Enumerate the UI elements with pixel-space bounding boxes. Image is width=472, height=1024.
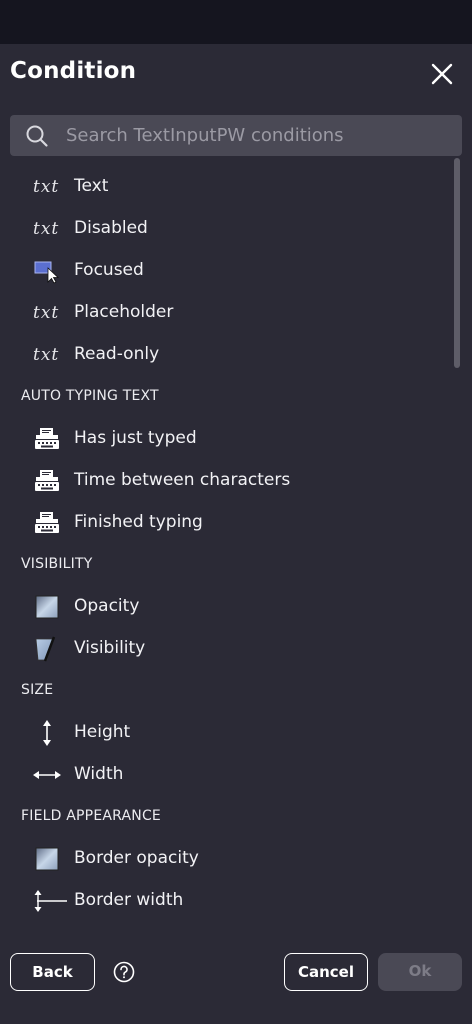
condition-list: txt Text txt Disabled Focused txt Placeholder t…	[0, 166, 452, 956]
typewriter-icon	[33, 468, 61, 494]
typewriter-icon	[33, 510, 61, 536]
condition-item-border-width[interactable]: Border width	[0, 880, 440, 922]
condition-item-label: Focused	[74, 260, 144, 280]
condition-item-time-between-characters[interactable]: Time between characters	[0, 460, 440, 502]
close-button[interactable]	[428, 60, 456, 88]
condition-item-placeholder[interactable]: txt Placeholder	[0, 292, 440, 334]
search-input[interactable]	[66, 115, 456, 156]
horizontal-arrow-icon	[33, 762, 61, 788]
condition-dialog: Condition txtTexttxtDisabledFocusedtxtPl…	[0, 44, 472, 1024]
ok-button[interactable]: Ok	[378, 953, 462, 991]
dialog-title: Condition	[10, 58, 137, 84]
condition-item-label: Width	[74, 764, 124, 784]
condition-item-visibility[interactable]: Visibility	[0, 628, 440, 670]
section-heading: SIZE	[21, 682, 54, 698]
border-width-icon	[33, 888, 67, 914]
section-heading: FIELD APPEARANCE	[21, 808, 161, 824]
condition-item-label: Finished typing	[74, 512, 203, 532]
txt-icon: txt	[33, 219, 60, 239]
typewriter-icon	[33, 426, 61, 452]
section-heading: AUTO TYPING TEXT	[21, 388, 159, 404]
condition-item-disabled[interactable]: txt Disabled	[0, 208, 440, 250]
condition-item-text[interactable]: txt Text	[0, 166, 440, 208]
back-button[interactable]: Back	[10, 953, 95, 991]
condition-item-label: Read-only	[74, 344, 160, 364]
txt-icon: txt	[33, 303, 60, 323]
txt-icon: txt	[33, 345, 60, 365]
condition-item-label: Has just typed	[74, 428, 197, 448]
help-button[interactable]	[113, 961, 135, 983]
vertical-arrow-icon	[33, 720, 61, 746]
condition-item-label: Time between characters	[74, 470, 291, 490]
cancel-button[interactable]: Cancel	[284, 953, 368, 991]
opacity-square-icon	[33, 594, 61, 620]
question-circle-icon	[113, 961, 135, 983]
condition-item-label: Text	[74, 176, 109, 196]
condition-item-label: Visibility	[74, 638, 146, 658]
opacity-square-icon	[33, 846, 61, 872]
condition-item-label: Opacity	[74, 596, 140, 616]
condition-item-opacity[interactable]: Opacity	[0, 586, 440, 628]
section-heading: VISIBILITY	[21, 556, 93, 572]
condition-item-label: Height	[74, 722, 131, 742]
condition-item-height[interactable]: Height	[0, 712, 440, 754]
condition-item-border-opacity[interactable]: Border opacity	[0, 838, 440, 880]
condition-item-has-just-typed[interactable]: Has just typed	[0, 418, 440, 460]
visibility-icon	[33, 636, 61, 662]
condition-item-label: Placeholder	[74, 302, 174, 322]
condition-item-label: Border width	[74, 890, 184, 910]
close-icon	[431, 63, 453, 85]
focus-cursor-icon	[33, 258, 61, 284]
condition-item-label: Disabled	[74, 218, 148, 238]
condition-item-focused[interactable]: Focused	[0, 250, 440, 292]
condition-item-read-only[interactable]: txt Read-only	[0, 334, 440, 376]
search-box[interactable]	[10, 115, 462, 156]
search-icon	[26, 125, 48, 147]
top-strip	[0, 0, 472, 44]
condition-item-finished-typing[interactable]: Finished typing	[0, 502, 440, 544]
condition-item-width[interactable]: Width	[0, 754, 440, 796]
list-scrollbar[interactable]	[454, 158, 460, 368]
txt-icon: txt	[33, 177, 60, 197]
condition-item-label: Border opacity	[74, 848, 199, 868]
